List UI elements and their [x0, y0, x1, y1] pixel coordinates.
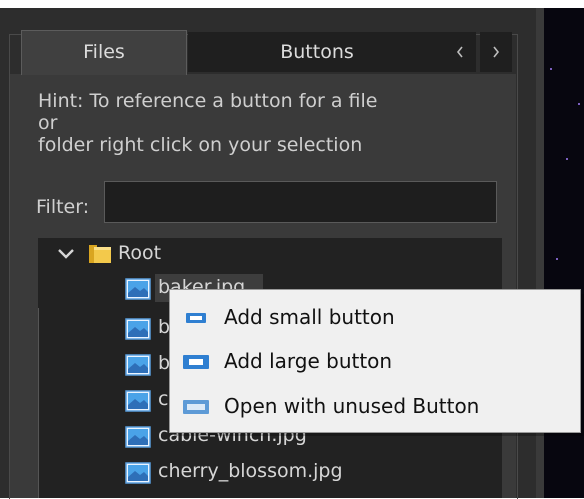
filter-label: Filter:	[36, 196, 90, 218]
star	[556, 258, 558, 260]
chevron-right-icon	[493, 46, 500, 58]
large-button-icon	[183, 355, 209, 369]
image-file-icon	[125, 278, 151, 300]
menu-item-add-small-button[interactable]: Add small button	[170, 298, 580, 338]
folder-icon	[89, 245, 111, 263]
menu-item-open-with-unused-button[interactable]: Open with unused Button	[170, 387, 580, 427]
menu-item-label: Open with unused Button	[224, 394, 480, 418]
image-file-icon	[125, 390, 151, 412]
filter-input[interactable]	[104, 181, 497, 223]
image-file-icon	[125, 318, 151, 340]
star	[566, 158, 568, 160]
tree-file-item[interactable]: cherry_blossom.jpg	[125, 460, 505, 486]
image-file-icon	[125, 354, 151, 376]
tree-guide-line	[38, 308, 39, 498]
small-button-icon	[186, 313, 206, 323]
chevron-left-icon	[456, 46, 463, 58]
star	[578, 103, 580, 105]
image-file-icon	[125, 462, 151, 484]
tab-scroll-right-button[interactable]	[480, 32, 512, 72]
context-menu: Add small button Add large button Open w…	[169, 289, 581, 433]
chevron-down-icon[interactable]	[55, 242, 77, 264]
unused-button-icon	[183, 400, 209, 414]
tab-scroll-left-button[interactable]	[444, 32, 476, 72]
menu-item-label: Add large button	[224, 349, 393, 373]
menu-item-add-large-button[interactable]: Add large button	[170, 342, 580, 382]
hint-text: Hint: To reference a button for a file o…	[38, 90, 378, 156]
tree-root-label[interactable]: Root	[118, 242, 161, 264]
file-label: cherry_blossom.jpg	[158, 460, 343, 482]
tab-buttons[interactable]: Buttons	[188, 32, 446, 72]
tab-files[interactable]: Files	[21, 30, 187, 75]
menu-item-label: Add small button	[224, 305, 395, 329]
image-file-icon	[125, 426, 151, 448]
star	[550, 68, 552, 70]
file-label: c	[158, 388, 169, 410]
